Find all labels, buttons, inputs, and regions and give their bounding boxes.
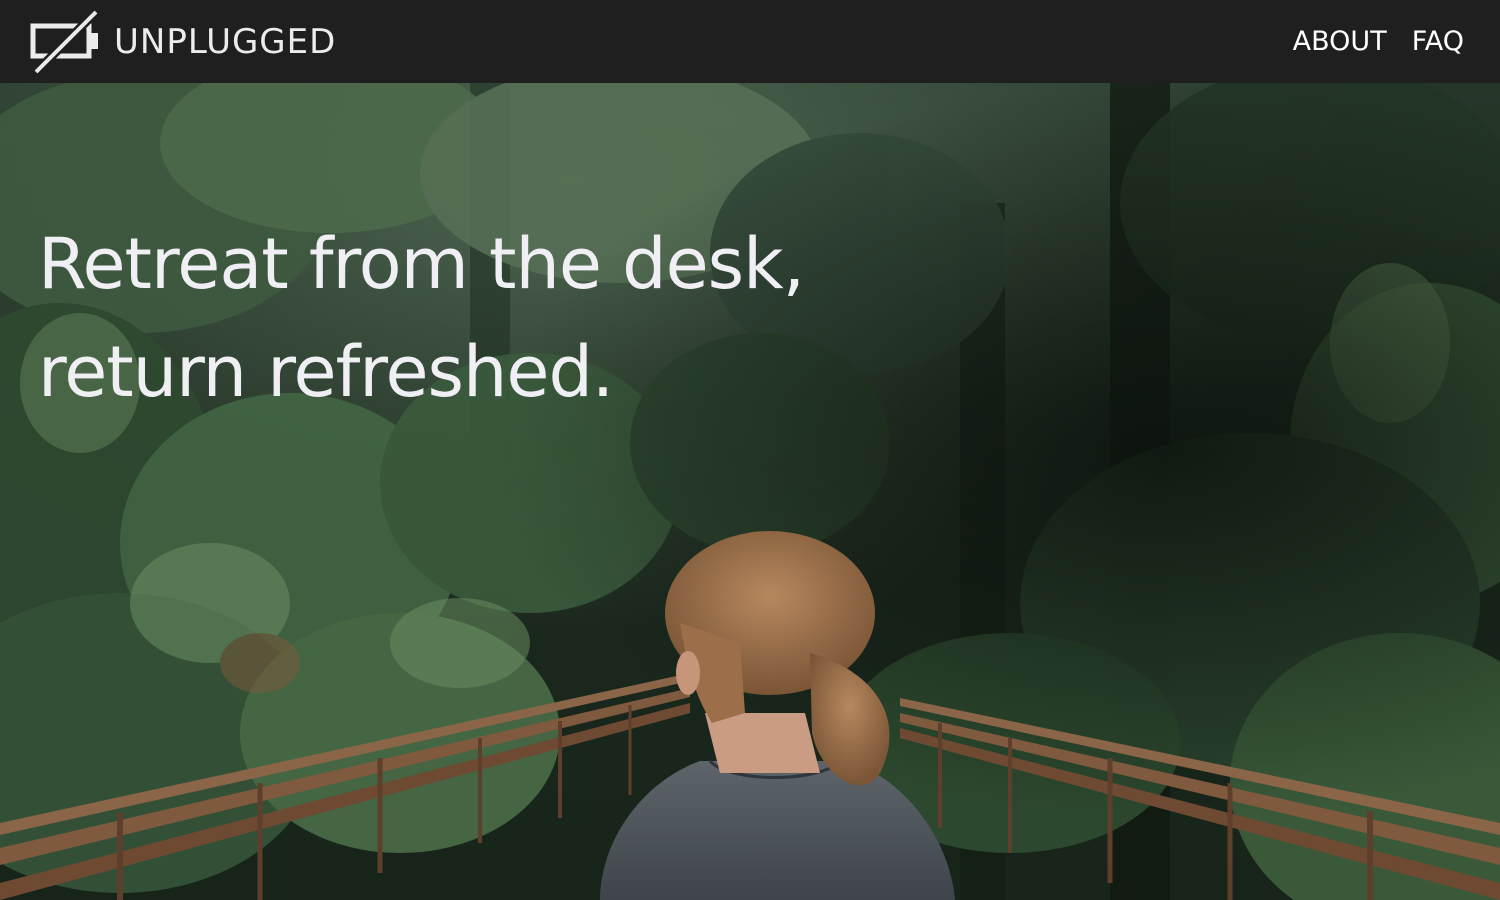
hero-headline-line-1: Retreat from the desk, <box>38 223 805 305</box>
unplugged-logo-icon <box>30 8 100 75</box>
main-nav: ABOUT FAQ <box>1293 28 1464 55</box>
forest-bridge-woman-photo <box>0 83 1500 900</box>
top-navbar: UNPLUGGED ABOUT FAQ <box>0 0 1500 83</box>
hero-section: Retreat from the desk, return refreshed. <box>0 83 1500 900</box>
brand-home-link[interactable]: UNPLUGGED <box>30 8 337 75</box>
brand-name: UNPLUGGED <box>114 21 337 62</box>
nav-link-about[interactable]: ABOUT <box>1293 28 1387 55</box>
hero-headline-line-2: return refreshed. <box>38 331 614 413</box>
hero-headline: Retreat from the desk, return refreshed. <box>38 210 805 426</box>
nav-link-faq[interactable]: FAQ <box>1412 28 1464 55</box>
